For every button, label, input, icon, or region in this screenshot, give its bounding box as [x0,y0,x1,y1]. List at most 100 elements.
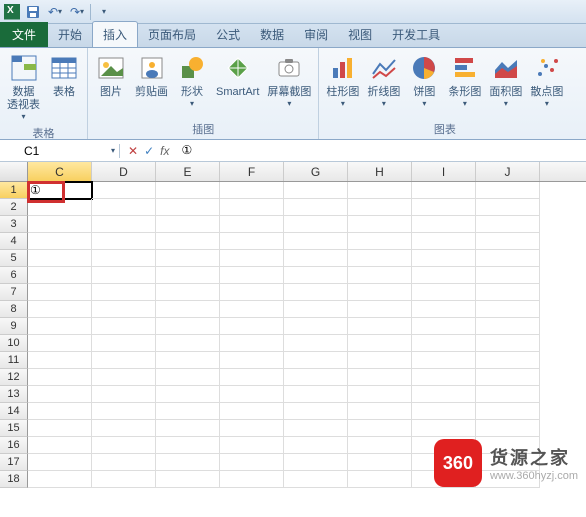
cell[interactable] [412,403,476,420]
cell[interactable] [156,284,220,301]
cell[interactable] [476,403,540,420]
cell[interactable] [28,335,92,352]
cell[interactable] [220,233,284,250]
cell[interactable] [348,352,412,369]
cell[interactable] [476,182,540,199]
row-header[interactable]: 10 [0,335,28,352]
cell[interactable] [284,182,348,199]
formula-input[interactable]: ① [177,143,586,158]
cell[interactable] [28,284,92,301]
column-header[interactable]: G [284,162,348,181]
cell[interactable] [476,301,540,318]
cell[interactable] [476,335,540,352]
cell[interactable] [348,386,412,403]
save-button[interactable] [24,3,42,21]
cell[interactable] [156,199,220,216]
cell[interactable] [156,250,220,267]
cell[interactable] [92,318,156,335]
cell[interactable] [28,267,92,284]
cell[interactable] [284,352,348,369]
cell[interactable] [28,199,92,216]
cell[interactable] [476,369,540,386]
row-header[interactable]: 12 [0,369,28,386]
cell[interactable] [412,352,476,369]
line-chart-button[interactable]: 折线图▾ [364,50,403,110]
cell[interactable] [92,301,156,318]
cell[interactable] [156,233,220,250]
cell[interactable] [284,386,348,403]
cell[interactable] [412,250,476,267]
cell[interactable] [412,301,476,318]
cancel-icon[interactable]: ✕ [128,144,138,158]
select-all-corner[interactable] [0,162,28,181]
cell[interactable] [284,420,348,437]
cell[interactable] [156,454,220,471]
enter-icon[interactable]: ✓ [144,144,154,158]
tab-pagelayout[interactable]: 页面布局 [138,22,206,47]
row-header[interactable]: 9 [0,318,28,335]
row-header[interactable]: 15 [0,420,28,437]
cell[interactable] [412,386,476,403]
cell[interactable] [348,437,412,454]
row-header[interactable]: 11 [0,352,28,369]
column-header[interactable]: H [348,162,412,181]
cell[interactable] [348,335,412,352]
name-box[interactable]: C1 ▾ [20,144,120,158]
cell[interactable] [28,250,92,267]
cell[interactable] [156,386,220,403]
cell[interactable] [220,216,284,233]
cell[interactable] [284,267,348,284]
row-header[interactable]: 13 [0,386,28,403]
cell[interactable] [412,267,476,284]
tab-data[interactable]: 数据 [250,22,294,47]
cell[interactable] [476,318,540,335]
cell[interactable] [284,318,348,335]
cell[interactable] [348,454,412,471]
column-header[interactable]: E [156,162,220,181]
cell[interactable] [156,216,220,233]
cell[interactable] [28,386,92,403]
row-header[interactable]: 18 [0,471,28,488]
cell[interactable] [284,250,348,267]
column-header[interactable]: I [412,162,476,181]
cell[interactable] [476,216,540,233]
cell[interactable] [348,318,412,335]
cell[interactable] [220,352,284,369]
cell[interactable] [92,386,156,403]
cell[interactable] [476,267,540,284]
cell[interactable] [220,267,284,284]
cell[interactable] [92,199,156,216]
qat-customize[interactable]: ▾ [95,3,113,21]
cell[interactable] [92,369,156,386]
cell[interactable] [412,216,476,233]
cell[interactable] [348,250,412,267]
cell[interactable] [92,182,156,199]
clipart-button[interactable]: 剪贴画 [132,50,171,101]
cell[interactable] [156,437,220,454]
cell[interactable] [284,369,348,386]
pivot-table-button[interactable]: 数据 透视表▾ [4,50,43,123]
cell[interactable] [220,369,284,386]
cell[interactable] [220,437,284,454]
cell[interactable] [284,233,348,250]
cell[interactable] [476,250,540,267]
cell[interactable] [156,420,220,437]
cell[interactable] [284,403,348,420]
cell[interactable] [412,369,476,386]
cell[interactable] [92,284,156,301]
row-header[interactable]: 14 [0,403,28,420]
cell[interactable] [220,318,284,335]
tab-formulas[interactable]: 公式 [206,22,250,47]
row-header[interactable]: 2 [0,199,28,216]
tab-insert[interactable]: 插入 [92,21,138,47]
cell[interactable] [156,335,220,352]
row-header[interactable]: 16 [0,437,28,454]
cell[interactable] [28,318,92,335]
column-header[interactable]: F [220,162,284,181]
cell[interactable] [284,471,348,488]
undo-button[interactable]: ↶▾ [46,3,64,21]
cell[interactable] [220,386,284,403]
fx-icon[interactable]: fx [160,144,169,158]
row-header[interactable]: 4 [0,233,28,250]
tab-file[interactable]: 文件 [0,22,48,47]
